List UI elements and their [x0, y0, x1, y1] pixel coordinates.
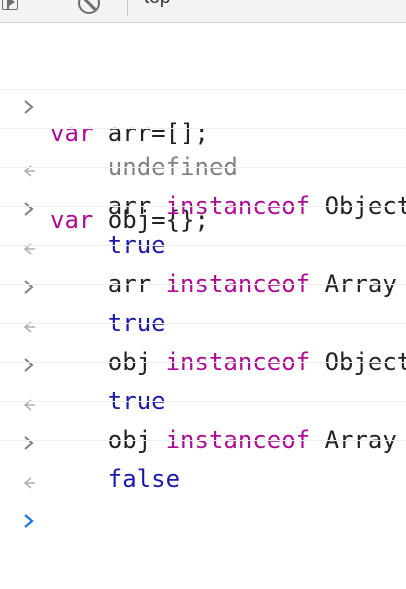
result-arrow-icon [19, 259, 39, 333]
result-arrow-icon [19, 103, 39, 177]
console-result-entry: false [0, 402, 406, 493]
console-input-entry: arr instanceof Array [0, 207, 406, 298]
clear-console-icon[interactable] [78, 0, 100, 14]
console-input-entry: var arr=[]; var obj={}; [0, 22, 406, 234]
play-icon [9, 0, 15, 6]
console-input-entry: arr instanceof Object [0, 129, 406, 220]
console-input-entry: obj instanceof Array [0, 363, 406, 454]
prompt-chevron-icon [19, 219, 39, 294]
context-selector[interactable]: top [144, 0, 170, 9]
console-result-entry: undefined [0, 90, 406, 181]
prompt-chevron-icon [19, 375, 39, 450]
result-arrow-icon [19, 415, 39, 489]
console-result-entry: true [0, 324, 406, 415]
prompt-chevron-icon [19, 141, 39, 216]
result-arrow-icon [19, 181, 39, 255]
console-output: var arr=[]; var obj={}; undefined arr in… [0, 22, 406, 528]
prompt-chevron-icon [19, 297, 39, 372]
prompt-chevron-icon [19, 39, 39, 114]
console-toolbar: top [0, 0, 406, 23]
active-prompt-chevron-icon [19, 453, 39, 528]
console-input-entry: obj instanceof Object [0, 285, 406, 376]
result-arrow-icon [19, 337, 39, 411]
console-result-entry: true [0, 246, 406, 337]
console-prompt-input[interactable] [0, 441, 406, 528]
toolbar-divider [127, 0, 128, 16]
console-result-entry: true [0, 168, 406, 259]
